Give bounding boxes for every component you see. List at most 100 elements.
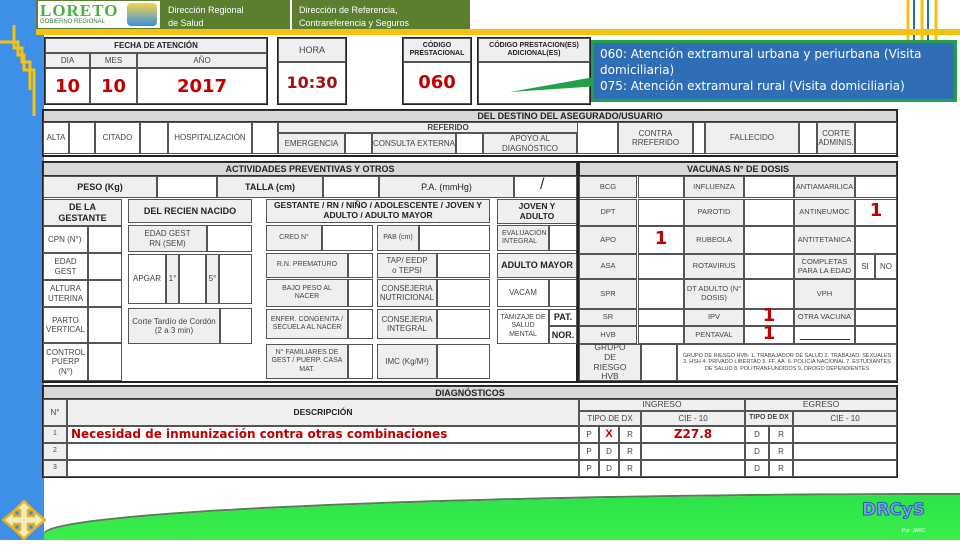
anio-value: 2017: [176, 75, 228, 97]
consulta-externa-field[interactable]: [456, 133, 483, 154]
diag-description[interactable]: [67, 460, 579, 477]
pat-label[interactable]: PAT.: [549, 309, 577, 326]
vacam-field[interactable]: [549, 279, 577, 307]
adulto-mayor-label: ADULTO MAYOR: [497, 253, 577, 278]
vacuna-label: PENTAVAL: [684, 326, 744, 344]
dx-type-p[interactable]: P: [579, 460, 599, 477]
move-arrows-icon[interactable]: [1, 499, 47, 541]
grupo-riesgo-field[interactable]: [641, 344, 677, 381]
egreso-dx-type-r[interactable]: R: [769, 443, 793, 460]
diag-row-number: 1: [43, 426, 67, 443]
dx-type-r[interactable]: R: [619, 443, 641, 460]
talla-label: TALLA (cm): [217, 176, 323, 198]
edad-gest-field[interactable]: [88, 253, 122, 280]
ingreso-header: INGRESO: [579, 399, 745, 411]
corte-field[interactable]: [855, 122, 897, 154]
contra-label: CONTRA RREFERIDO: [618, 122, 693, 154]
alta-field[interactable]: [69, 122, 95, 154]
dx-type-d[interactable]: D: [599, 443, 619, 460]
egreso-dx-type-d[interactable]: D: [745, 426, 769, 443]
dx-type-p[interactable]: P: [579, 443, 599, 460]
citado-label: CITADO: [95, 122, 140, 154]
tamizaje-label: TAMIZAJE DE SALUD MENTAL: [497, 309, 549, 344]
ingreso-cie10-field[interactable]: Z27.8: [641, 426, 745, 443]
imc-field[interactable]: [437, 344, 490, 379]
pab-field[interactable]: [419, 225, 490, 251]
ingreso-cie10-field[interactable]: [641, 443, 745, 460]
egreso-cie10-field[interactable]: [793, 426, 897, 443]
egreso-cie10-field[interactable]: [793, 443, 897, 460]
edad-gest-rn-label: EDAD GEST RN (SEM): [128, 225, 207, 252]
hospitalizacion-label: HOSPITALIZACIÓN: [168, 122, 252, 154]
peso-field[interactable]: [157, 176, 217, 198]
egreso-cie10-field[interactable]: [793, 460, 897, 477]
control-puerp-field[interactable]: [88, 343, 122, 381]
apgar-5-field[interactable]: [219, 254, 252, 304]
pab-label: PAB (cm): [377, 225, 419, 251]
edad-gest-rn-field[interactable]: [207, 225, 252, 252]
otra-vacuna-line: [800, 339, 850, 340]
egreso-dx-type-d[interactable]: D: [745, 460, 769, 477]
num-header: N°: [43, 399, 67, 426]
mes-label: MES: [90, 53, 137, 68]
header-section1: Dirección Regional de Salud: [168, 4, 244, 29]
diag-description[interactable]: Necesidad de inmunización contra otras c…: [67, 426, 579, 443]
ingreso-cie10-field[interactable]: [641, 460, 745, 477]
vacuna-label: [794, 326, 855, 344]
contra-field[interactable]: [693, 122, 705, 154]
header-section2-line2: Contrareferencia y Seguros: [299, 17, 410, 28]
dx-type-r[interactable]: R: [619, 460, 641, 477]
evaluacion-integral-field[interactable]: [549, 225, 577, 251]
nor-label[interactable]: NOR.: [549, 326, 577, 344]
destino-title: DEL DESTINO DEL ASEGURADO/USUARIO: [43, 110, 897, 122]
egreso-dx-type-r[interactable]: R: [769, 460, 793, 477]
fallecido-label: FALLECIDO: [705, 122, 799, 154]
vacuna-label: COMPLETAS PARA LA EDAD: [794, 254, 855, 279]
vacuna-label: ANTITETANICA: [794, 226, 855, 254]
consejeria-integral-field[interactable]: [437, 309, 490, 339]
apgar-1-field[interactable]: [179, 254, 206, 304]
vacuna-label: DT ADULTO (N° DOSIS): [684, 279, 744, 309]
cred-label: CRED N°: [266, 225, 322, 251]
parto-vertical-field[interactable]: [88, 307, 122, 343]
dx-type-d[interactable]: X: [599, 426, 619, 443]
familiares-field[interactable]: [348, 344, 373, 379]
bajo-peso-field[interactable]: [348, 279, 373, 307]
emergencia-field[interactable]: [345, 133, 372, 154]
vacuna-label: DPT: [579, 199, 637, 226]
tap-field[interactable]: [437, 253, 490, 278]
vacunas-title: VACUNAS N° DE DOSIS: [579, 162, 897, 176]
control-puerp-label: CONTROL PUERP (N°): [43, 343, 88, 381]
vacuna-label: IPV: [684, 309, 744, 326]
egreso-dx-type-r[interactable]: R: [769, 426, 793, 443]
dx-type-r[interactable]: R: [619, 426, 641, 443]
rn-title: DEL RECIEN NACIDO: [128, 199, 252, 223]
alta-label: ALTA: [43, 122, 69, 154]
cred-field[interactable]: [322, 225, 373, 251]
citado-field[interactable]: [140, 122, 168, 154]
callout-line2: 075: Atención extramural rural (Visita d…: [600, 79, 905, 94]
egreso-dx-type-d[interactable]: D: [745, 443, 769, 460]
enfer-congenita-label: ENFER. CONGENITA / SECUELA AL NACER: [266, 309, 348, 339]
fallecido-field[interactable]: [799, 122, 817, 154]
diag-description[interactable]: [67, 443, 579, 460]
pa-field[interactable]: [514, 176, 577, 198]
apoyo-field[interactable]: [577, 122, 618, 154]
cpn-field[interactable]: [88, 226, 122, 253]
yellow-rule: [36, 29, 960, 35]
altura-uterina-field[interactable]: [88, 280, 122, 307]
callout-pointer: [510, 76, 600, 92]
corte-tardio-field[interactable]: [220, 308, 252, 344]
consulta-externa-label: CONSULTA EXTERNA: [372, 133, 456, 154]
dx-type-p[interactable]: P: [579, 426, 599, 443]
emergencia-label: EMERGENCIA: [278, 133, 345, 154]
corte-label: CORTE ADMINIS.: [817, 122, 855, 154]
dx-type-d[interactable]: D: [599, 460, 619, 477]
talla-field[interactable]: [323, 176, 379, 198]
consejeria-nutricional-field[interactable]: [437, 279, 490, 307]
apgar-1-label: 1°: [166, 254, 179, 304]
enfer-congenita-field[interactable]: [348, 309, 373, 339]
rn-prematuro-field[interactable]: [348, 253, 373, 278]
consejeria-nutricional-label: CONSEJERIA NUTRICIONAL: [377, 279, 437, 307]
hospitalizacion-field[interactable]: [252, 122, 278, 154]
